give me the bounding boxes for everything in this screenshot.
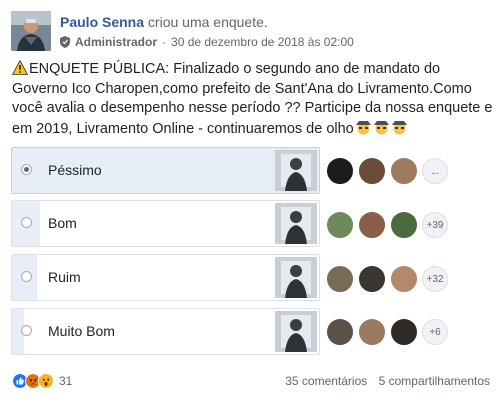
option-thumbnail (275, 203, 317, 244)
comments-count-link[interactable]: 35 comentários (285, 374, 367, 388)
option-thumbnail (275, 257, 317, 298)
post-action-text: criou uma enquete. (147, 14, 268, 30)
poll-radio[interactable] (21, 271, 32, 282)
poll-option-label: Bom (48, 215, 77, 231)
poll-option-label: Péssimo (48, 162, 102, 178)
post-header-title: Paulo Senna criou uma enquete. (60, 14, 268, 30)
post-stats: 35 comentários 5 compartilhamentos (285, 374, 490, 388)
voter-avatar[interactable] (390, 211, 418, 239)
voter-avatar[interactable] (326, 265, 354, 293)
voter-avatar[interactable] (358, 157, 386, 185)
voter-avatar[interactable] (358, 265, 386, 293)
spy-emoji-icon (355, 120, 371, 134)
voter-avatar[interactable] (326, 318, 354, 346)
voter-avatar[interactable] (358, 211, 386, 239)
poll-option-label: Muito Bom (48, 323, 115, 339)
shield-icon (60, 36, 70, 48)
author-avatar[interactable] (11, 11, 51, 51)
reaction-count[interactable]: 31 (59, 374, 72, 388)
post-body: ENQUETE PÚBLICA: Finalizado o segundo an… (12, 60, 494, 139)
voter-avatar[interactable] (358, 318, 386, 346)
more-voters-button[interactable]: +6 (422, 319, 448, 345)
option-thumbnail (275, 150, 317, 191)
post-footer: 31 35 comentários 5 compartilhamentos (12, 373, 490, 391)
poll-option-muito-bom[interactable]: Muito Bom (11, 308, 320, 355)
poll-option-label: Ruim (48, 269, 81, 285)
voter-avatar[interactable] (326, 211, 354, 239)
poll-radio[interactable] (21, 217, 32, 228)
voter-avatar[interactable] (390, 157, 418, 185)
poll-voters-pessimo: ... (326, 157, 448, 185)
post-meta: Administrador · 30 de dezembro de 2018 à… (60, 35, 354, 49)
more-voters-button[interactable]: ... (422, 158, 448, 184)
spy-emoji-icon (391, 120, 407, 134)
voter-avatar[interactable] (390, 318, 418, 346)
reactions-summary[interactable]: 31 (12, 373, 72, 389)
voter-avatar[interactable] (390, 265, 418, 293)
more-voters-button[interactable]: +39 (422, 212, 448, 238)
poll-voters-bom: +39 (326, 211, 448, 239)
more-voters-button[interactable]: +32 (422, 266, 448, 292)
poll-voters-muito-bom: +6 (326, 318, 448, 346)
spy-emoji-icon (373, 120, 389, 134)
post-timestamp-link[interactable]: 30 de dezembro de 2018 às 02:00 (171, 35, 354, 49)
post-text: ENQUETE PÚBLICA: Finalizado o segundo an… (12, 61, 493, 137)
meta-separator: · (162, 35, 167, 49)
wow-icon (38, 373, 54, 389)
shares-count-link[interactable]: 5 compartilhamentos (379, 374, 490, 388)
voter-avatar[interactable] (326, 157, 354, 185)
poll-option-ruim[interactable]: Ruim (11, 254, 320, 301)
poll-voters-ruim: +32 (326, 265, 448, 293)
poll-option-pessimo[interactable]: Péssimo (11, 147, 320, 194)
warning-icon (12, 60, 28, 75)
author-name-link[interactable]: Paulo Senna (60, 14, 144, 30)
admin-role-label: Administrador (75, 35, 158, 49)
poll-option-bom[interactable]: Bom (11, 200, 320, 247)
poll-radio[interactable] (21, 325, 32, 336)
option-thumbnail (275, 311, 317, 352)
poll-radio[interactable] (21, 164, 32, 175)
